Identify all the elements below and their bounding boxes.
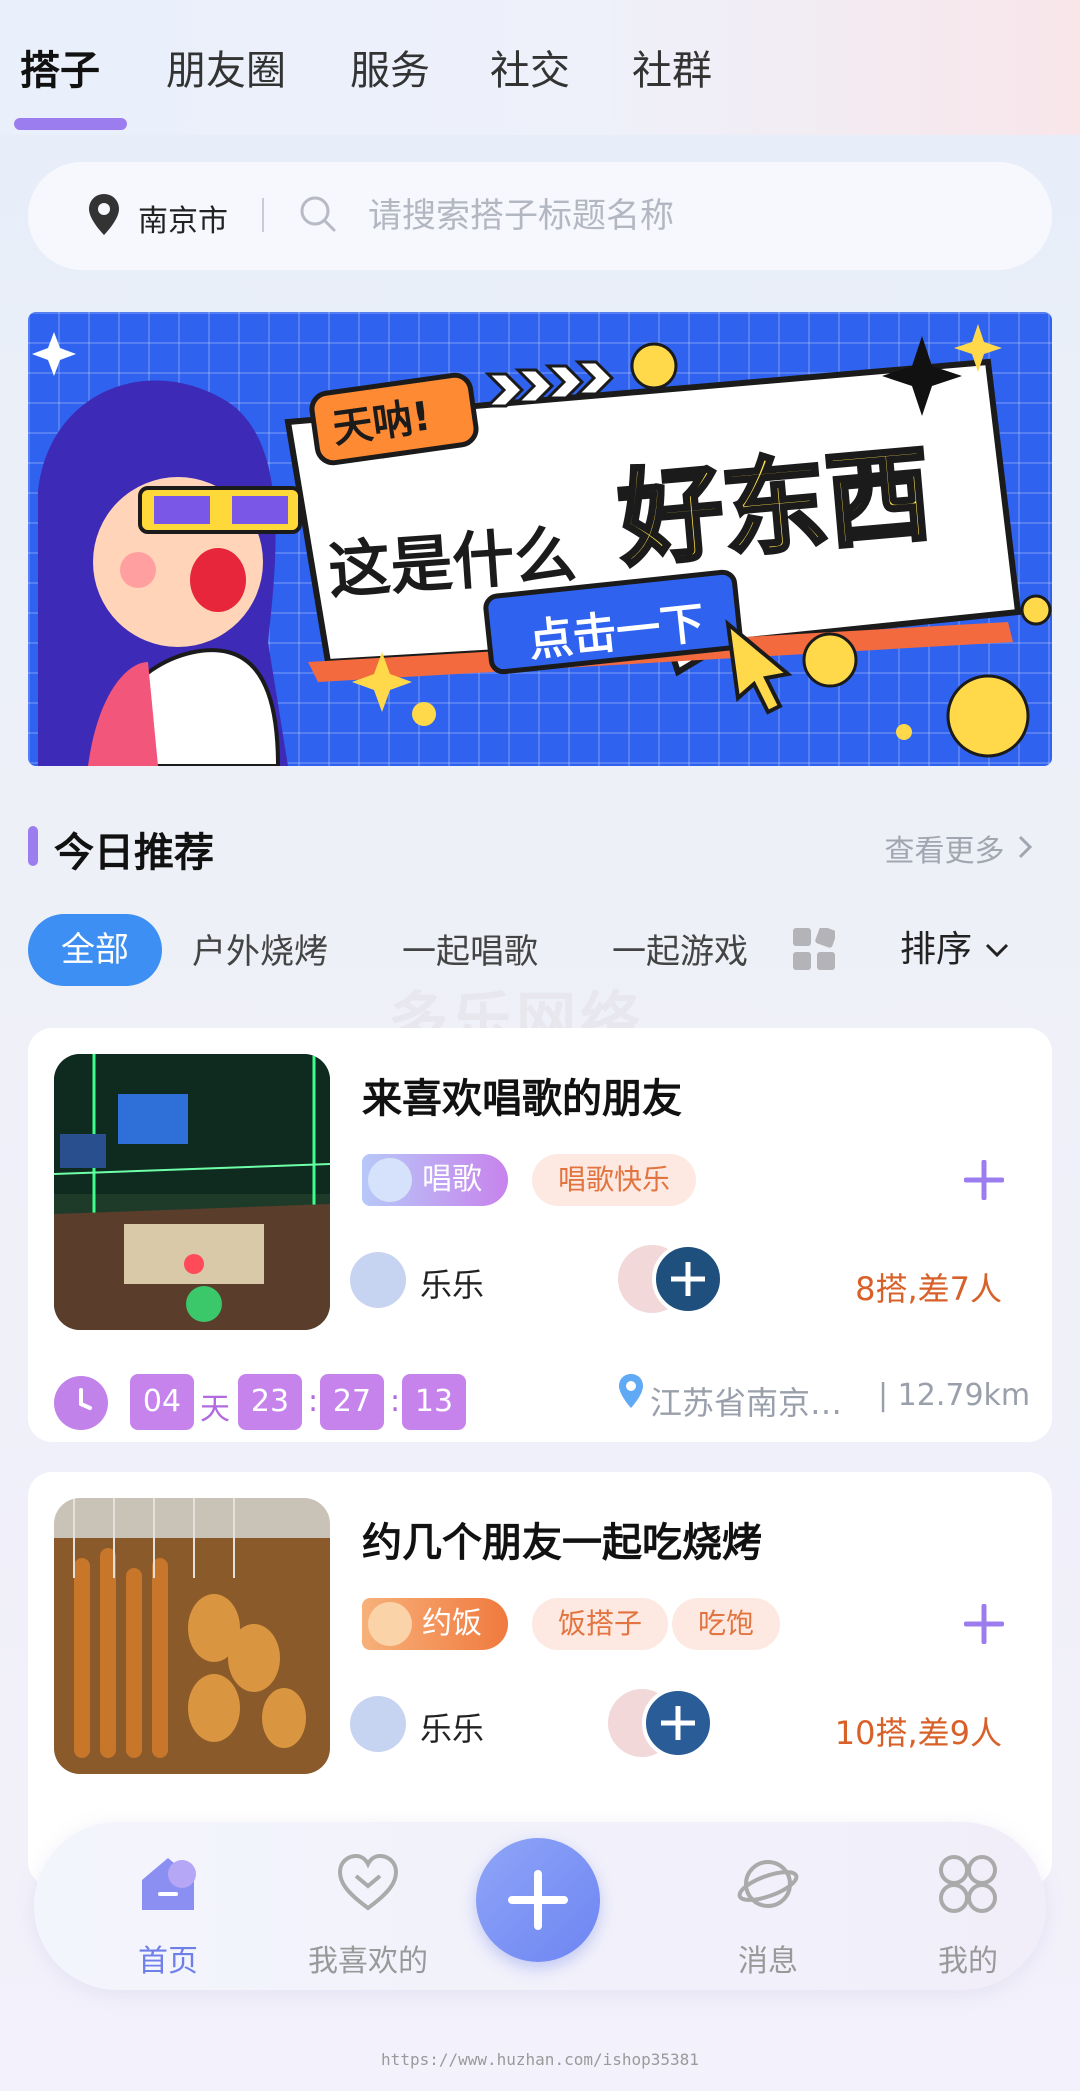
location-pin-icon[interactable] — [86, 192, 122, 242]
search-divider — [262, 198, 264, 232]
nav-mine-label: 我的 — [938, 1944, 998, 1979]
nav-home[interactable]: 首页 — [88, 1822, 248, 1990]
nav-mine[interactable]: 我的 — [888, 1822, 1048, 1990]
activity-title: 约几个朋友一起吃烧烤 — [362, 1520, 762, 1566]
organizer-name: 乐乐 — [420, 1266, 485, 1304]
active-tab-indicator — [14, 118, 127, 130]
countdown-days: 04 — [130, 1374, 194, 1430]
search-icon — [296, 192, 340, 240]
search-input[interactable] — [368, 186, 1008, 246]
avatar — [350, 1252, 406, 1308]
filter-chip-all[interactable]: 全部 — [28, 914, 162, 986]
section-accent-bar — [28, 826, 38, 866]
banner-headline-2: 好东西 — [612, 431, 937, 584]
section-title: 今日推荐 — [54, 830, 214, 876]
filter-chip-bbq[interactable]: 户外烧烤 — [192, 924, 328, 973]
tag: 吃饱 — [672, 1598, 781, 1650]
distance-text: | 12.79km — [878, 1378, 1031, 1413]
countdown-hours: 23 — [238, 1374, 302, 1430]
countdown-separator: : — [308, 1384, 319, 1419]
bottom-nav-bar: 首页 我喜欢的 消息 我的 — [34, 1822, 1046, 1990]
activity-card[interactable]: 来喜欢唱歌的朋友 唱歌 唱歌快乐 乐乐 8搭,差7人 04 天 23 : 27 … — [28, 1028, 1052, 1442]
plus-icon — [508, 1870, 568, 1930]
search-bar: 南京市 — [28, 162, 1052, 270]
tab-dazi[interactable]: 搭子 — [20, 38, 100, 96]
join-button[interactable] — [608, 1686, 728, 1764]
nav-messages-label: 消息 — [738, 1944, 798, 1979]
nav-home-label: 首页 — [138, 1944, 198, 1979]
apps-grid-icon — [936, 1852, 1000, 1920]
nav-likes[interactable]: 我喜欢的 — [288, 1822, 448, 1990]
tab-community[interactable]: 社群 — [632, 38, 712, 96]
microphone-icon — [368, 1158, 412, 1202]
avatar — [350, 1696, 406, 1752]
activity-thumbnail — [54, 1498, 330, 1774]
see-more-link[interactable]: 查看更多 — [884, 826, 1036, 870]
see-more-label: 查看更多 — [884, 834, 1005, 869]
tab-moments[interactable]: 朋友圈 — [166, 38, 286, 96]
planet-chat-icon — [736, 1852, 800, 1920]
chevron-down-icon — [983, 929, 1011, 970]
filter-chip-games[interactable]: 一起游戏 — [612, 924, 748, 973]
tab-services[interactable]: 服务 — [350, 38, 430, 96]
countdown-minutes: 27 — [320, 1374, 384, 1430]
tab-social[interactable]: 社交 — [490, 38, 570, 96]
nav-likes-label: 我喜欢的 — [308, 1944, 428, 1979]
banner-headline-1: 这是什么 — [326, 517, 579, 608]
nav-messages[interactable]: 消息 — [688, 1822, 848, 1990]
city-selector[interactable]: 南京市 — [138, 196, 228, 240]
participant-count: 8搭,差7人 — [855, 1270, 1002, 1308]
location-pin-icon — [616, 1372, 646, 1416]
add-icon[interactable] — [963, 1159, 1005, 1204]
category-label: 唱歌 — [422, 1162, 482, 1197]
clock-icon — [54, 1376, 108, 1430]
heart-icon — [336, 1852, 400, 1920]
footer-url: https://www.huzhan.com/ishop35381 — [381, 2050, 699, 2069]
countdown-day-unit: 天 — [200, 1392, 230, 1427]
tag: 唱歌快乐 — [532, 1154, 697, 1206]
chevron-right-icon — [1014, 834, 1036, 869]
participant-count: 10搭,差9人 — [834, 1714, 1002, 1752]
create-button[interactable] — [476, 1838, 600, 1962]
countdown-seconds: 13 — [402, 1374, 466, 1430]
tag: 饭搭子 — [532, 1598, 669, 1650]
home-icon — [136, 1852, 200, 1920]
filter-chip-sing[interactable]: 一起唱歌 — [402, 924, 538, 973]
join-button[interactable] — [618, 1242, 738, 1320]
category-badge: 唱歌 — [362, 1154, 508, 1206]
add-icon[interactable] — [963, 1603, 1005, 1648]
location-text: 江苏省南京… — [650, 1384, 843, 1422]
activity-thumbnail — [54, 1054, 330, 1330]
category-badge: 约饭 — [362, 1598, 508, 1650]
category-grid-icon[interactable] — [793, 926, 837, 974]
promo-banner[interactable]: 天呐! 这是什么 好东西 点击一下 — [28, 312, 1052, 766]
organizer-name: 乐乐 — [420, 1710, 485, 1748]
activity-title: 来喜欢唱歌的朋友 — [362, 1076, 682, 1122]
rice-bowl-icon — [368, 1602, 412, 1646]
countdown-separator: : — [390, 1384, 401, 1419]
category-label: 约饭 — [422, 1606, 482, 1641]
sort-label: 排序 — [900, 929, 973, 970]
sort-dropdown[interactable]: 排序 — [900, 920, 1011, 972]
